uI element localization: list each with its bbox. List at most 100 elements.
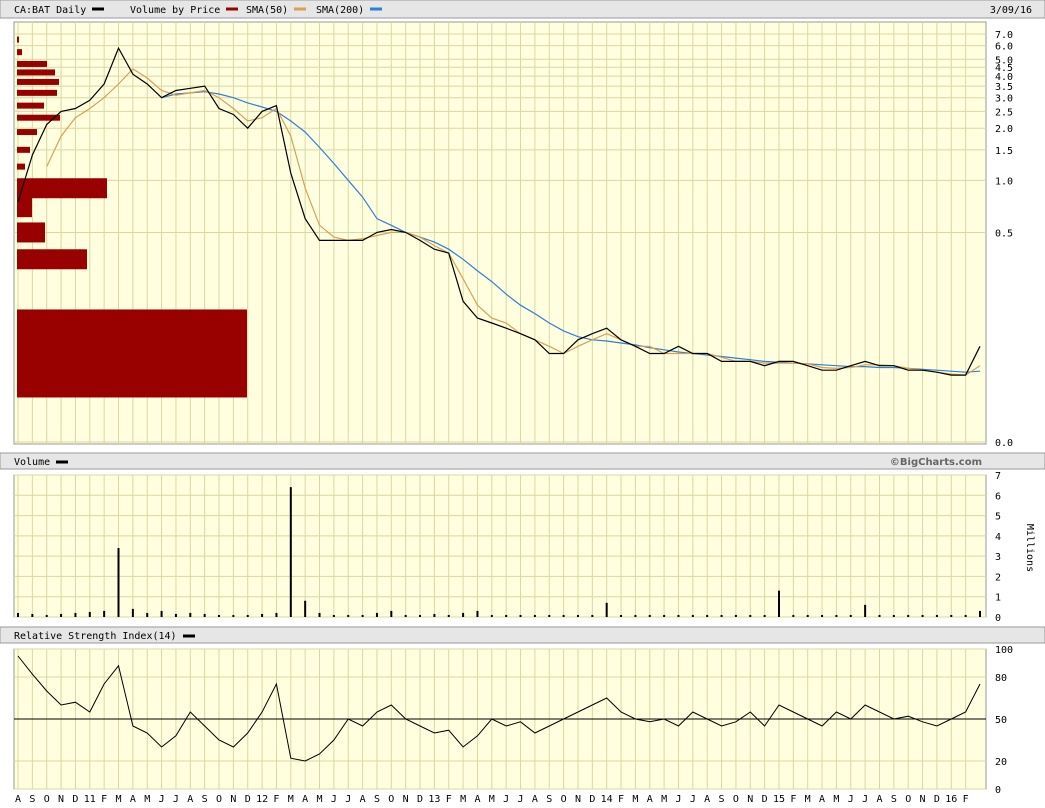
x-tick-label: J [848,794,854,805]
x-tick-label: 15 [773,794,785,805]
x-tick-label: D [589,794,595,805]
vbp-bar [17,129,37,136]
price-y-axis: 7.06.05.04.54.03.53.02.52.01.51.00.50.0 [995,30,1013,449]
x-tick-label: M [144,794,150,805]
volume-header-bar [0,452,1045,470]
x-tick-label: 14 [601,794,613,805]
x-tick-label: O [44,794,50,805]
x-tick-label: S [891,794,897,805]
x-tick-label: F [273,794,279,805]
x-tick-label: S [719,794,725,805]
volume-y-tick-label: 2 [995,572,1001,583]
vbp-bar [17,222,45,243]
volume-y-tick-label: 1 [995,593,1001,604]
x-tick-label: J [331,794,337,805]
volume-y-tick-label: 6 [995,491,1001,502]
x-tick-label: J [862,794,868,805]
x-tick-label: S [374,794,380,805]
volume-y-axis: 7 6 5 4 3 2 1 0 [995,471,1001,624]
x-tick-label: M [805,794,811,805]
rsi-title: Relative Strength Index(14) [14,631,177,642]
x-tick-label: A [474,794,480,805]
volume-title: Volume [14,457,50,468]
vbp-bar [17,49,22,56]
x-tick-label: A [704,794,710,805]
x-tick-label: F [963,794,969,805]
price-y-tick-label: 0.5 [995,228,1013,239]
x-tick-label: 13 [428,794,440,805]
rsi-y-tick-label: 0 [995,785,1001,796]
price-y-tick-label: 3.5 [995,82,1013,93]
x-tick-label: D [72,794,78,805]
price-y-tick-label: 1.0 [995,176,1013,187]
vbp-bar [17,60,47,67]
x-tick-label: N [230,794,236,805]
volume-y-tick-label: 0 [995,613,1001,624]
x-tick-label: N [747,794,753,805]
x-tick-label: D [934,794,940,805]
chart-canvas: CA:BAT Daily Volume by Price SMA(50) SMA… [0,0,1045,805]
x-tick-label: O [561,794,567,805]
x-tick-label: 16 [945,794,957,805]
x-tick-label: O [905,794,911,805]
volume-panel [13,474,987,618]
vbp-bar [17,89,57,96]
x-tick-label: O [388,794,394,805]
price-y-tick-label: 3.0 [995,94,1013,105]
symbol-label: CA:BAT Daily [14,5,86,16]
rsi-y-axis: 100 80 50 20 0 [995,645,1013,796]
x-tick-label: A [130,794,136,805]
volume-y-tick-label: 5 [995,512,1001,523]
vbp-bar [17,102,44,109]
chart-root: CA:BAT Daily Volume by Price SMA(50) SMA… [0,0,1045,808]
sma50-label: SMA(50) [246,5,288,16]
rsi-y-tick-label: 20 [995,757,1007,768]
sma200-label: SMA(200) [316,5,364,16]
x-tick-label: J [690,794,696,805]
x-tick-label: N [403,794,409,805]
x-tick-label: A [187,794,193,805]
x-tick-label: D [417,794,423,805]
vbp-bar [17,249,87,270]
x-tick-label: O [733,794,739,805]
rsi-y-tick-label: 100 [995,645,1013,656]
vbp-bar [17,146,30,153]
x-tick-label: O [216,794,222,805]
x-tick-label: M [288,794,294,805]
vbp-bar [17,163,25,170]
rsi-y-tick-label: 80 [995,673,1007,684]
x-tick-label: J [518,794,524,805]
x-tick-label: A [302,794,308,805]
x-tick-label: J [503,794,509,805]
price-y-tick-label: 2.0 [995,124,1013,135]
x-tick-label: M [317,794,323,805]
x-tick-label: A [647,794,653,805]
x-tick-label: J [173,794,179,805]
x-tick-label: M [489,794,495,805]
x-tick-label: D [245,794,251,805]
vbp-bar [17,178,107,199]
price-y-tick-label: 1.5 [995,146,1013,157]
x-tick-label: J [159,794,165,805]
x-tick-label: M [115,794,121,805]
x-tick-label: A [819,794,825,805]
x-tick-label: N [575,794,581,805]
vbp-label: Volume by Price [130,5,220,16]
x-tick-label: S [202,794,208,805]
vbp-bar [17,309,247,398]
x-tick-label: M [460,794,466,805]
price-y-tick-label: 2.5 [995,107,1013,118]
vbp-bar [17,78,59,85]
x-tick-label: J [345,794,351,805]
vbp-bar [17,36,19,43]
x-tick-label: D [762,794,768,805]
credit-label: ©BigCharts.com [890,457,982,468]
x-tick-label: A [15,794,21,805]
x-tick-label: 12 [256,794,268,805]
x-axis: A S O N D 11 F M A M J J A S O N D 12 F M A M J J A S O N D 13 F M A M J J A… [15,794,969,805]
x-tick-label: F [101,794,107,805]
vbp-bar [17,197,32,218]
x-tick-label: M [632,794,638,805]
x-tick-label: A [876,794,882,805]
x-tick-label: M [833,794,839,805]
